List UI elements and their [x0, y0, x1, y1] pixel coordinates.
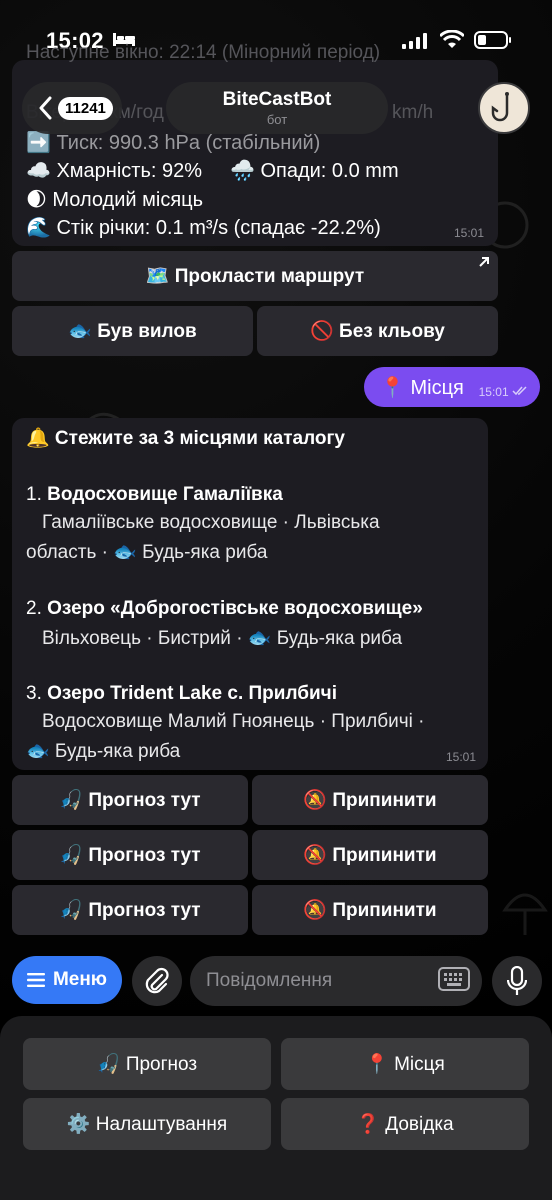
menu-button[interactable]: Меню: [12, 956, 122, 1004]
stop-label: 🔕 Припинити: [303, 845, 437, 866]
menu-label: Меню: [52, 969, 108, 990]
settings-button[interactable]: ⚙️ Налаштування: [23, 1098, 271, 1150]
microphone-icon: [507, 966, 527, 995]
route-button[interactable]: 🗺️ Прокласти маршрут: [12, 251, 498, 301]
bot-subtitle: бот: [266, 112, 288, 127]
outgoing-message: 📍 Місця 15:01: [364, 367, 540, 407]
attach-button[interactable]: [132, 956, 182, 1006]
wifi-icon: [440, 30, 464, 48]
had-bite-label: 🐟 Був вилов: [68, 321, 197, 342]
forecast-here-button-2[interactable]: 🎣 Прогноз тут: [12, 830, 248, 880]
forecast-here-label: 🎣 Прогноз тут: [59, 790, 201, 811]
place-details: 🐟 Будь-яка риба: [26, 741, 181, 762]
external-link-arrow-icon: [479, 257, 489, 267]
place-details: Гамаліївське водосховище · Львівська: [42, 512, 380, 533]
rain-line: 🌧️ Опади: 0.0 mm: [230, 160, 399, 182]
forecast-here-button-1[interactable]: 🎣 Прогноз тут: [12, 775, 248, 825]
outgoing-text: 📍 Місця: [380, 377, 464, 399]
bot-avatar[interactable]: [478, 82, 530, 134]
faded-line-next-window: Наступне вікно: 22:14 (Мінорний період): [26, 42, 381, 63]
had-bite-button[interactable]: 🐟 Був вилов: [12, 306, 253, 356]
place-details: область · 🐟 Будь-яка риба: [26, 542, 268, 563]
help-button[interactable]: ❓ Довідка: [281, 1098, 529, 1150]
signal-icon: [402, 33, 427, 49]
back-button[interactable]: 11241: [22, 82, 122, 134]
microphone-button[interactable]: [492, 956, 542, 1006]
place-item: 2. Озеро «Доброгостівське водосховище»: [26, 598, 423, 620]
place-number: 1.: [26, 484, 42, 505]
moon-line: 🌒 Молодий місяць: [26, 189, 204, 211]
chevron-left-icon: [39, 96, 52, 120]
umbrella-doodle-icon: [502, 893, 548, 935]
places-button[interactable]: 📍 Місця: [281, 1038, 529, 1090]
stop-label: 🔕 Припинити: [303, 790, 437, 811]
place-item: 3. Озеро Trident Lake с. Прилбичі: [26, 683, 337, 705]
places-title: 🔔 Стежите за 3 місцями каталогу: [26, 428, 346, 449]
help-label: ❓ Довідка: [356, 1114, 454, 1135]
clouds-line: ☁️ Хмарність: 92%: [26, 160, 203, 182]
place-name: Водосховище Гамаліївка: [47, 484, 283, 505]
no-bite-label: 🚫 Без кльову: [310, 321, 445, 342]
place-details: Водосховище Малий Гноянець · Прилбичі ·: [42, 711, 425, 732]
place-name: Озеро «Доброгостівське водосховище»: [47, 598, 423, 619]
place-item: 1. Водосховище Гамаліївка: [26, 484, 283, 506]
settings-label: ⚙️ Налаштування: [66, 1114, 228, 1135]
forecast-button[interactable]: 🎣 Прогноз: [23, 1038, 271, 1090]
route-label: 🗺️ Прокласти маршрут: [145, 266, 365, 287]
faded-line-wind-unit: km/h: [392, 102, 434, 123]
bot-name: BiteCastBot: [222, 89, 332, 110]
message-time: 15:01: [445, 750, 476, 764]
outgoing-time-text: 15:01: [478, 385, 509, 399]
places-message: 🔔 Стежите за 3 місцями каталогу 1. Водос…: [12, 418, 488, 770]
unread-count-badge: 11241: [58, 96, 113, 120]
river-line: 🌊 Стік річки: 0.1 m³/s (спадає -22.2%): [26, 217, 381, 239]
forecast-here-label: 🎣 Прогноз тут: [59, 900, 201, 921]
stop-button-1[interactable]: 🔕 Припинити: [252, 775, 488, 825]
paperclip-icon: [145, 967, 169, 994]
battery-icon: [474, 31, 511, 49]
no-bite-button[interactable]: 🚫 Без кльову: [257, 306, 498, 356]
keyboard-icon[interactable]: [438, 967, 470, 991]
place-number: 3.: [26, 683, 42, 704]
stop-label: 🔕 Припинити: [303, 900, 437, 921]
message-time: 15:01: [453, 226, 484, 240]
double-check-icon: [512, 386, 527, 396]
place-number: 2.: [26, 598, 42, 619]
stop-button-2[interactable]: 🔕 Припинити: [252, 830, 488, 880]
forecast-here-label: 🎣 Прогноз тут: [59, 845, 201, 866]
forecast-here-button-3[interactable]: 🎣 Прогноз тут: [12, 885, 248, 935]
reply-keyboard: 🎣 Прогноз 📍 Місця ⚙️ Налаштування ❓ Дові…: [0, 1016, 552, 1200]
forecast-label: 🎣 Прогноз: [96, 1054, 198, 1075]
places-label: 📍 Місця: [365, 1054, 445, 1075]
place-name: Озеро Trident Lake с. Прилбичі: [47, 683, 337, 704]
place-details: Вільховець · Бистрий · 🐟 Будь-яка риба: [42, 628, 403, 649]
stop-button-3[interactable]: 🔕 Припинити: [252, 885, 488, 935]
hamburger-icon: [26, 973, 45, 987]
chat-title[interactable]: BiteCastBot бот: [166, 82, 388, 134]
fishing-hook-icon: [491, 92, 509, 122]
outgoing-time: 15:01: [479, 385, 528, 399]
